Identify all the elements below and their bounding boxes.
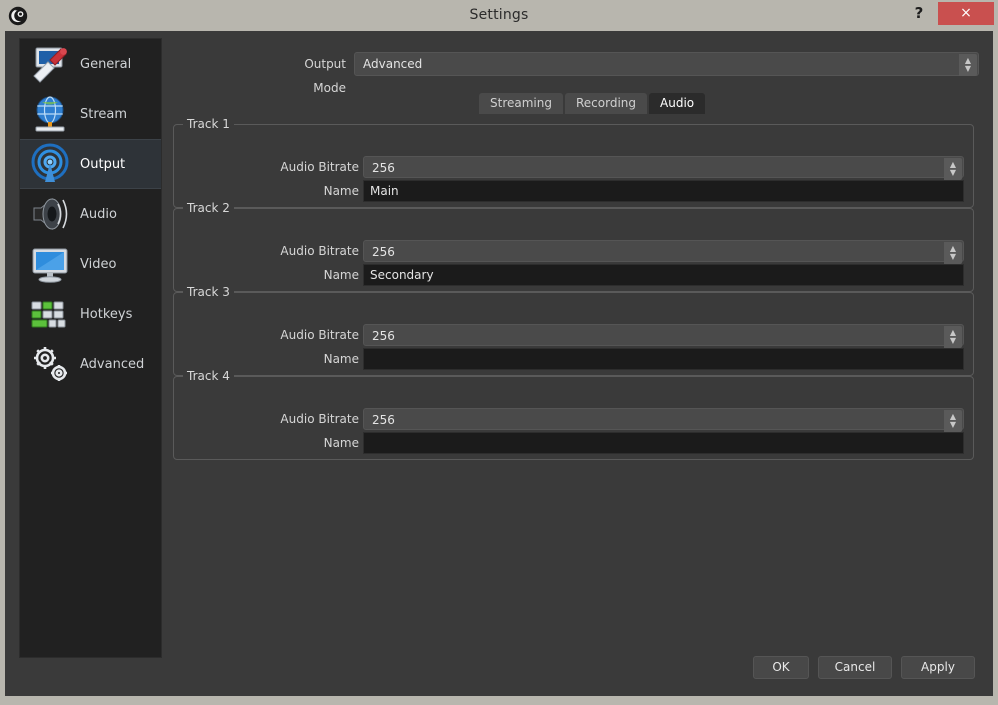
track-name-row: Name [174, 348, 973, 370]
sidebar-item-video[interactable]: Video [20, 239, 161, 289]
chevron-down-icon: ▼ [949, 252, 957, 261]
audio-bitrate-select[interactable]: 256 ▲ ▼ [363, 324, 964, 348]
dialog-client-area: General Stream Output Audio Video Hotkeys Adva… [5, 31, 993, 696]
track-name-input[interactable]: Secondary [363, 264, 964, 286]
audio-bitrate-value: 256 [372, 161, 395, 175]
track-name-input[interactable] [363, 432, 964, 454]
title-bar: Settings ? × [0, 0, 998, 31]
settings-content: Output Mode Advanced ▲ ▼ Streaming Record… [168, 38, 984, 689]
stream-icon [35, 96, 65, 132]
audio-icon [33, 197, 68, 231]
video-icon [32, 248, 68, 283]
track-name-input[interactable]: Main [363, 180, 964, 202]
cancel-button[interactable]: Cancel [818, 656, 892, 679]
chevron-down-icon: ▼ [949, 420, 957, 429]
tab-streaming[interactable]: Streaming [479, 93, 563, 114]
audio-bitrate-label: Audio Bitrate [280, 160, 359, 174]
sidebar-item-label: General [80, 56, 132, 72]
audio-bitrate-row: Audio Bitrate 256 ▲ ▼ [174, 408, 973, 432]
chevron-down-icon: ▼ [964, 64, 972, 73]
output-icon [31, 143, 69, 182]
chevron-down-icon: ▼ [949, 336, 957, 345]
dialog-buttons: OK Cancel Apply [753, 656, 975, 679]
audio-bitrate-spinner[interactable]: ▲ ▼ [944, 242, 962, 264]
track-name-label: Name [323, 436, 359, 450]
track-name-row: Name Secondary [174, 264, 973, 286]
advanced-icon [34, 347, 67, 381]
audio-bitrate-spinner[interactable]: ▲ ▼ [944, 158, 962, 180]
tab-recording[interactable]: Recording [564, 93, 648, 114]
audio-bitrate-select[interactable]: 256 ▲ ▼ [363, 408, 964, 432]
sidebar-item-label: Audio [80, 206, 117, 222]
sidebar-item-hotkeys[interactable]: Hotkeys [20, 289, 161, 339]
sidebar-item-advanced[interactable]: Advanced [20, 339, 161, 389]
output-mode-row: Output Mode Advanced ▲ ▼ [168, 52, 979, 95]
audio-bitrate-spinner[interactable]: ▲ ▼ [944, 326, 962, 348]
sidebar-item-label: Stream [80, 106, 128, 122]
settings-window: Settings ? × General Stream Output Audio Vid… [0, 0, 998, 705]
ok-button[interactable]: OK [753, 656, 809, 679]
track-group-4: Track 4 Audio Bitrate 256 ▲ ▼ Name [173, 369, 974, 460]
track-group-title: Track 4 [183, 369, 234, 383]
audio-bitrate-value: 256 [372, 413, 395, 427]
track-group-title: Track 1 [183, 117, 234, 131]
track-group-3: Track 3 Audio Bitrate 256 ▲ ▼ Name [173, 285, 974, 376]
track-name-label: Name [323, 184, 359, 198]
close-button[interactable]: × [938, 2, 994, 25]
track-name-row: Name Main [174, 180, 973, 202]
audio-bitrate-value: 256 [372, 329, 395, 343]
sidebar-item-audio[interactable]: Audio [20, 189, 161, 239]
track-name-label: Name [323, 352, 359, 366]
track-group-title: Track 2 [183, 201, 234, 215]
output-mode-value: Advanced [363, 57, 423, 71]
window-title: Settings [469, 7, 529, 23]
sidebar-item-label: Advanced [80, 356, 145, 372]
output-tabbar: Streaming Recording Audio [168, 93, 979, 115]
track-group-1: Track 1 Audio Bitrate 256 ▲ ▼ Name Main [173, 117, 974, 208]
sidebar-item-stream[interactable]: Stream [20, 89, 161, 139]
track-group-title: Track 3 [183, 285, 234, 299]
general-icon [33, 47, 67, 83]
tab-audio[interactable]: Audio [649, 93, 706, 114]
hotkeys-icon [31, 301, 66, 328]
audio-bitrate-select[interactable]: 256 ▲ ▼ [363, 240, 964, 264]
track-name-input[interactable] [363, 348, 964, 370]
audio-bitrate-label: Audio Bitrate [280, 328, 359, 342]
audio-bitrate-row: Audio Bitrate 256 ▲ ▼ [174, 156, 973, 180]
help-button[interactable]: ? [904, 0, 934, 26]
sidebar-item-label: Hotkeys [80, 306, 133, 322]
chevron-down-icon: ▼ [949, 168, 957, 177]
audio-bitrate-select[interactable]: 256 ▲ ▼ [363, 156, 964, 180]
audio-bitrate-spinner[interactable]: ▲ ▼ [944, 410, 962, 432]
audio-bitrate-row: Audio Bitrate 256 ▲ ▼ [174, 240, 973, 264]
output-mode-select[interactable]: Advanced ▲ ▼ [354, 52, 979, 76]
sidebar-item-label: Output [80, 156, 126, 172]
track-name-label: Name [323, 268, 359, 282]
apply-button[interactable]: Apply [901, 656, 975, 679]
audio-bitrate-label: Audio Bitrate [280, 244, 359, 258]
track-group-2: Track 2 Audio Bitrate 256 ▲ ▼ Name Secondary [173, 201, 974, 292]
audio-bitrate-value: 256 [372, 245, 395, 259]
sidebar-item-general[interactable]: General [20, 39, 161, 89]
track-name-row: Name [174, 432, 973, 454]
audio-bitrate-row: Audio Bitrate 256 ▲ ▼ [174, 324, 973, 348]
settings-sidebar: General Stream Output Audio Video Hotkeys Adva… [19, 38, 162, 658]
audio-bitrate-label: Audio Bitrate [280, 412, 359, 426]
sidebar-item-label: Video [80, 256, 117, 272]
output-mode-spinner[interactable]: ▲ ▼ [959, 54, 977, 76]
sidebar-item-output[interactable]: Output [20, 139, 161, 189]
